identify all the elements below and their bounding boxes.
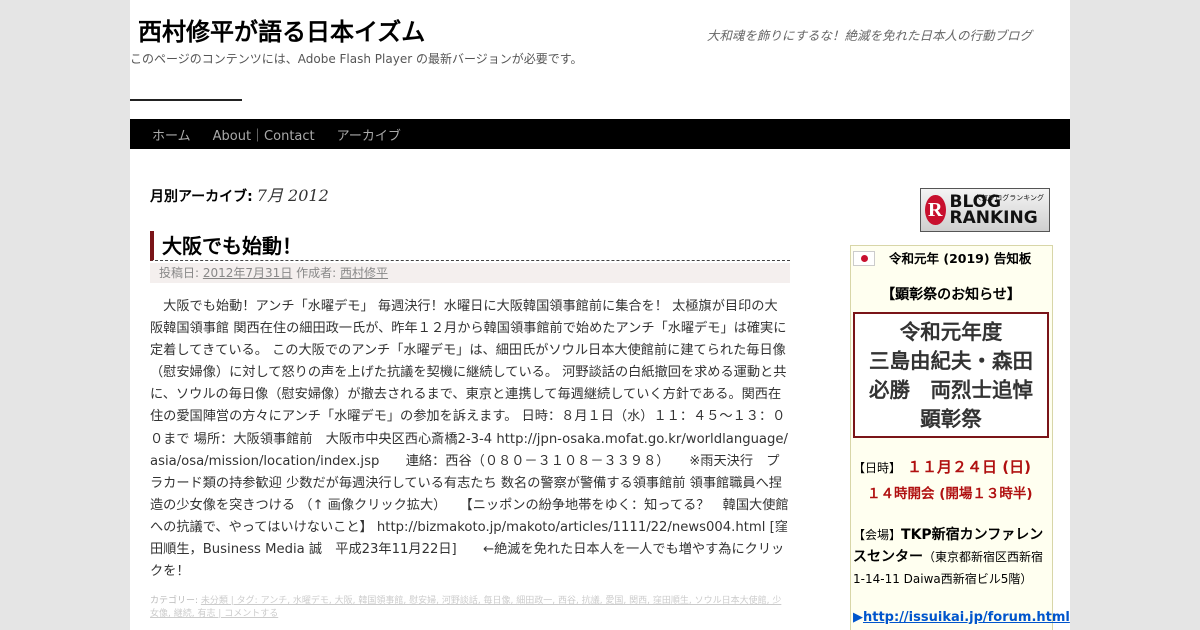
archive-heading: 月別アーカイブ: 7月 2012 bbox=[150, 182, 790, 206]
event-time: １４時開会 (開場１３時半) bbox=[867, 486, 1033, 502]
archive-date: 7月 2012 bbox=[256, 186, 329, 205]
japan-flag-icon bbox=[853, 251, 875, 266]
flash-notice: このページのコンテンツには、Adobe Flash Player の最新バージョ… bbox=[130, 52, 583, 66]
event-venue: 【会場】TKP新宿カンファレンスセンター（東京都新宿区西新宿1-14-11 Da… bbox=[853, 524, 1049, 590]
notice-heading: 【顕彰祭のお知らせ】 bbox=[881, 287, 1021, 303]
category-label: カテゴリー: bbox=[150, 596, 199, 606]
ranking-logo-icon: R bbox=[925, 195, 946, 225]
post-footer: カテゴリー: 未分類 | タグ: アンチ, 水曜デモ, 大阪, 韓国領事館, 慰… bbox=[150, 595, 790, 621]
post-title[interactable]: 大阪でも始動！ bbox=[150, 231, 790, 261]
main-nav: ホーム About｜Contact アーカイブ bbox=[130, 119, 1070, 149]
main-content: 月別アーカイブ: 7月 2012 大阪でも始動！ 投稿日: 2012年7月31日 … bbox=[150, 182, 790, 619]
blog-ranking-banner[interactable]: R BLOG RANKING 人気ブログランキング bbox=[920, 188, 1050, 232]
page: 西村修平が語る日本イズム このページのコンテンツには、Adobe Flash P… bbox=[130, 0, 1070, 630]
event-line: 令和元年度 bbox=[899, 320, 1003, 344]
event-line: 三島由紀夫・森田 bbox=[869, 349, 1033, 373]
notice-title: 令和元年 (2019) 告知板 bbox=[889, 251, 1032, 266]
post-author-link[interactable]: 西村修平 bbox=[340, 266, 388, 280]
site-tagline: 大和魂を飾りにするな！絶滅を免れた日本人の行動ブログ bbox=[706, 28, 1032, 43]
event-name-box: 令和元年度 三島由紀夫・森田 必勝 両烈士追悼 顕彰祭 bbox=[853, 312, 1049, 438]
ranking-small-text: 人気ブログランキング bbox=[974, 194, 1044, 202]
play-arrow-icon: ▶ bbox=[853, 610, 863, 625]
date-value: １１月２４日 (日) bbox=[907, 458, 1031, 476]
nav-home[interactable]: ホーム bbox=[142, 125, 201, 144]
post-meta: 投稿日: 2012年7月31日 作成者: 西村修平 bbox=[150, 263, 790, 283]
post-body: 大阪でも始動！アンチ「水曜デモ」 毎週決行！水曜日に大阪韓国領事館前に集合を！ … bbox=[150, 299, 789, 580]
divider bbox=[130, 99, 242, 101]
nav-archive[interactable]: アーカイブ bbox=[327, 125, 411, 144]
posted-prefix: 投稿日: bbox=[159, 266, 200, 280]
event-line: 必勝 両烈士追悼 bbox=[869, 378, 1033, 402]
nav-about-contact[interactable]: About｜Contact bbox=[203, 125, 325, 144]
author-prefix: 作成者: bbox=[296, 266, 337, 280]
site-title[interactable]: 西村修平が語る日本イズム bbox=[138, 12, 425, 47]
post-date-link[interactable]: 2012年7月31日 bbox=[203, 266, 292, 280]
event-line: 顕彰祭 bbox=[920, 407, 982, 431]
post-tags-links[interactable]: 未分類 | タグ: アンチ, 水曜デモ, 大阪, 韓国領事館, 慰安婦, 河野談… bbox=[150, 596, 781, 619]
event-link[interactable]: http://issuikai.jp/forum.html bbox=[863, 610, 1070, 625]
event-link-row: ▶http://issuikai.jp/forum.html bbox=[853, 610, 1070, 625]
archive-label: 月別アーカイブ: bbox=[150, 189, 253, 205]
date-label: 【日時】 bbox=[853, 461, 902, 475]
event-date: 【日時】 １１月２４日 (日) bbox=[853, 456, 1031, 477]
venue-label: 【会場】 bbox=[853, 528, 902, 542]
notice-board: 令和元年 (2019) 告知板 【顕彰祭のお知らせ】 令和元年度 三島由紀夫・森… bbox=[850, 245, 1070, 630]
